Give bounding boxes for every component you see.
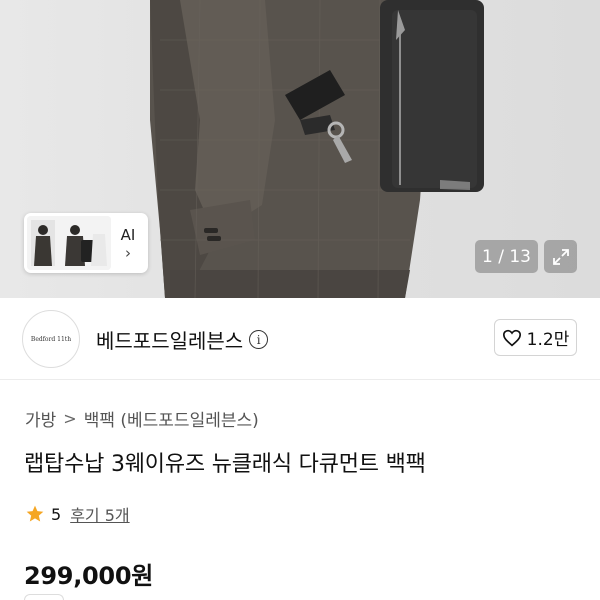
seller-name: 베드포드일레븐스 [96,329,244,353]
breadcrumb: 가방 > 백팩 (베드포드일레븐스) [25,406,259,431]
image-counter: 1 / 13 [475,240,538,273]
breadcrumb-category[interactable]: 가방 [25,406,56,431]
like-button[interactable]: 1.2만 [494,319,577,356]
product-price: 299,000원 [24,562,153,590]
product-title: 랩탑수납 3웨이유즈 뉴클래식 다큐먼트 백팩 [24,452,426,477]
ai-thumbnail-image [27,216,111,270]
expand-arrows-icon [552,248,569,265]
breadcrumb-separator: > [63,409,77,428]
heart-outline-icon [502,329,521,346]
ai-label: AI [120,225,136,244]
product-image-gallery[interactable]: AI › 1 / 13 [0,0,600,298]
like-count: 1.2만 [526,330,570,350]
seller-row: Bedford 11th 베드포드일레븐스 i 1.2만 [0,298,600,380]
next-section-edge [24,594,64,600]
star-icon [26,505,44,522]
seller-logo[interactable]: Bedford 11th [22,310,80,368]
expand-button[interactable] [544,240,577,273]
breadcrumb-subcategory[interactable]: 백팩 (베드포드일레븐스) [84,406,259,431]
rating-score: 5 [51,504,62,524]
chevron-right-icon: › [125,243,131,262]
ai-styling-thumbnail[interactable]: AI › [24,213,148,273]
rating-row: 5 후기 5개 [25,502,130,526]
seller-logo-text: Bedford 11th [30,335,72,343]
seller-name-link[interactable]: 베드포드일레븐스 i [96,325,269,354]
review-count-link[interactable]: 후기 5개 [70,502,129,526]
info-circle-icon[interactable]: i [249,330,269,349]
